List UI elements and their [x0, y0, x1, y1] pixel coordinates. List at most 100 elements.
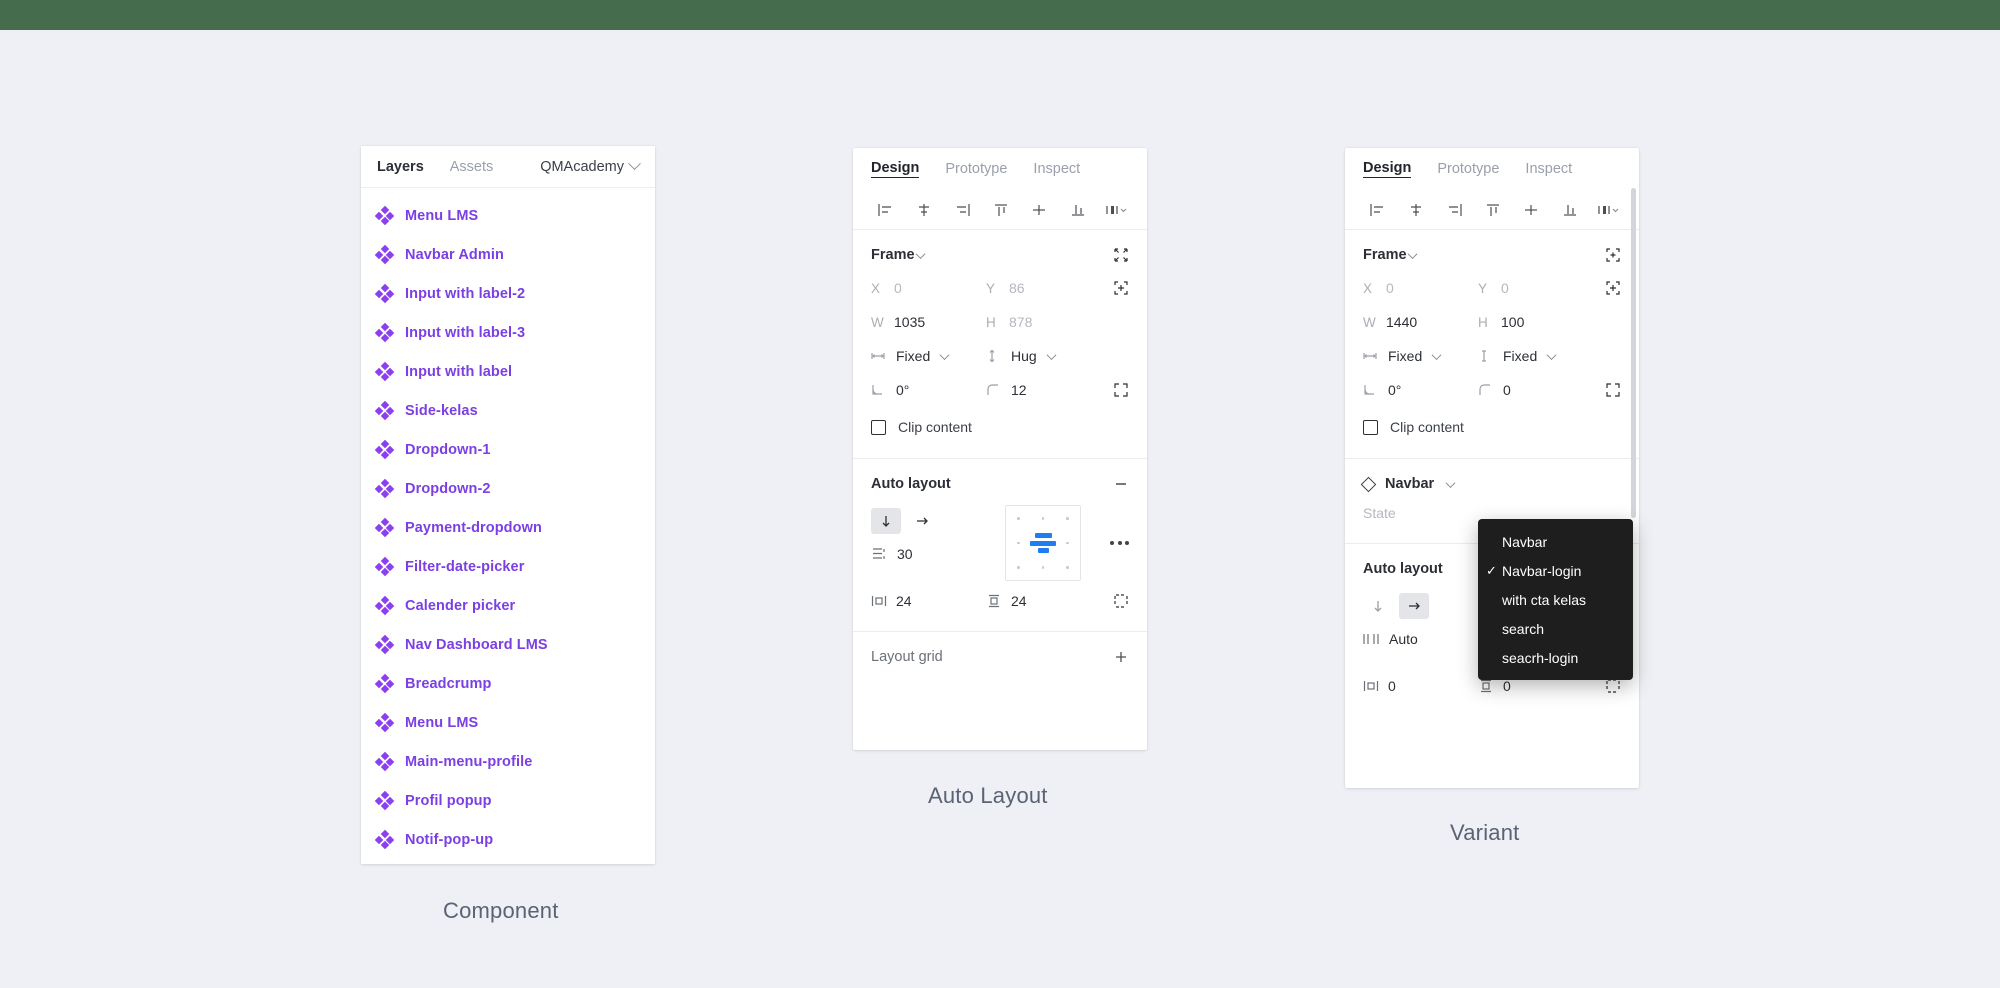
absolute-position-icon[interactable] [1593, 272, 1621, 304]
y-field[interactable]: Y 0 [1478, 272, 1593, 304]
clip-content-row[interactable]: Clip content [871, 410, 1129, 444]
horizontal-resizing-field[interactable]: Fixed [1363, 340, 1478, 372]
menu-item[interactable]: search [1478, 614, 1633, 643]
collapse-frame-icon[interactable] [1605, 247, 1621, 263]
gap-field[interactable]: Auto [1363, 622, 1483, 656]
align-top-icon[interactable] [982, 196, 1020, 224]
tab-design[interactable]: Design [1363, 160, 1412, 178]
gap-field[interactable]: 30 [871, 537, 991, 571]
list-item[interactable]: Input with label-3 [361, 313, 655, 352]
horizontal-resizing-field[interactable]: Fixed [871, 340, 986, 372]
align-left-icon[interactable] [867, 196, 905, 224]
height-field[interactable]: H 878 [986, 306, 1101, 338]
align-left-icon[interactable] [1359, 196, 1397, 224]
tab-inspect[interactable]: Inspect [1033, 161, 1080, 177]
layout-grid-section: Layout grid [853, 632, 1147, 684]
page-selector[interactable]: QMAcademy [540, 157, 641, 175]
x-field[interactable]: X 0 [1363, 272, 1478, 304]
list-item[interactable]: Profil popup [361, 781, 655, 820]
page-name: QMAcademy [540, 158, 624, 175]
y-label: Y [1478, 280, 1488, 296]
auto-layout-more-options[interactable] [1110, 505, 1129, 581]
align-horizontal-centers-icon[interactable] [905, 196, 943, 224]
list-item[interactable]: Dropdown-2 [361, 469, 655, 508]
chevron-down-icon[interactable] [915, 248, 925, 259]
list-item[interactable]: Side-kelas [361, 391, 655, 430]
distribute-icon[interactable] [1097, 196, 1135, 224]
distribute-icon[interactable] [1589, 196, 1627, 224]
list-item[interactable]: Filter-date-picker [361, 547, 655, 586]
variant-dropdown-menu[interactable]: Navbar ✓ Navbar-login with cta kelas search s… [1478, 519, 1633, 680]
panel-scrollbar[interactable] [1631, 188, 1636, 518]
menu-item[interactable]: seacrh-login [1478, 643, 1633, 672]
tab-design[interactable]: Design [871, 160, 920, 178]
collapse-frame-icon[interactable] [1113, 247, 1129, 263]
menu-item[interactable]: with cta kelas [1478, 585, 1633, 614]
independent-corners-icon[interactable] [1593, 374, 1621, 406]
independent-corners-icon[interactable] [1101, 374, 1129, 406]
clip-content-row[interactable]: Clip content [1363, 410, 1621, 444]
rotation-field[interactable]: 0° [871, 374, 986, 406]
horizontal-direction-button[interactable] [1399, 593, 1429, 619]
list-item[interactable]: Dropdown-1 [361, 430, 655, 469]
horizontal-padding-field[interactable]: 0 [1363, 670, 1478, 702]
alignment-pad-vertical[interactable] [1005, 505, 1081, 581]
tab-prototype[interactable]: Prototype [1437, 161, 1499, 177]
vertical-direction-button[interactable] [871, 508, 901, 534]
vertical-padding-field[interactable]: 24 [986, 585, 1101, 617]
width-field[interactable]: W 1440 [1363, 306, 1478, 338]
rotation-field[interactable]: 0° [1363, 374, 1478, 406]
clip-content-checkbox[interactable] [1363, 419, 1378, 435]
align-bottom-icon[interactable] [1058, 196, 1096, 224]
vertical-direction-button[interactable] [1363, 593, 1393, 619]
rotation-icon [1363, 383, 1379, 397]
tab-assets[interactable]: Assets [450, 159, 494, 175]
absolute-position-icon[interactable] [1101, 272, 1129, 304]
menu-item[interactable]: ✓ Navbar-login [1478, 556, 1633, 585]
check-icon: ✓ [1486, 562, 1497, 578]
align-right-icon[interactable] [944, 196, 982, 224]
tab-layers[interactable]: Layers [377, 159, 424, 175]
corner-radius-field[interactable]: 12 [986, 374, 1101, 406]
list-item[interactable]: Input with label-2 [361, 274, 655, 313]
tab-inspect[interactable]: Inspect [1525, 161, 1572, 177]
align-bottom-icon[interactable] [1550, 196, 1588, 224]
vertical-resizing-field[interactable]: Fixed [1478, 340, 1593, 372]
align-vertical-centers-icon[interactable] [1020, 196, 1058, 224]
chevron-down-icon[interactable] [1445, 477, 1456, 488]
vertical-resizing-field[interactable]: Hug [986, 340, 1101, 372]
list-item[interactable]: Menu LMS [361, 196, 655, 235]
list-item[interactable]: Main-menu-profile [361, 742, 655, 781]
component-selector-row[interactable]: Navbar [1360, 471, 1621, 497]
list-item[interactable]: Nav Dashboard LMS [361, 625, 655, 664]
width-field[interactable]: W 1035 [871, 306, 986, 338]
list-item[interactable]: Input with label [361, 352, 655, 391]
list-item[interactable]: Payment-dropdown [361, 508, 655, 547]
height-field[interactable]: H 100 [1478, 306, 1593, 338]
caption-variant: Variant [1450, 820, 1520, 845]
clip-content-checkbox[interactable] [871, 419, 886, 435]
individual-padding-icon[interactable] [1101, 585, 1129, 617]
chevron-down-icon[interactable] [1407, 248, 1417, 259]
list-item[interactable]: Navbar Admin [361, 235, 655, 274]
horizontal-padding-value: 24 [896, 593, 912, 609]
list-item[interactable]: Notif-pop-up [361, 820, 655, 859]
remove-auto-layout-icon[interactable] [1113, 476, 1129, 492]
align-vertical-centers-icon[interactable] [1512, 196, 1550, 224]
tab-prototype[interactable]: Prototype [945, 161, 1007, 177]
corner-radius-field[interactable]: 0 [1478, 374, 1593, 406]
list-item[interactable]: Calender picker [361, 586, 655, 625]
horizontal-padding-field[interactable]: 24 [871, 585, 986, 617]
component-icon [374, 205, 395, 226]
align-horizontal-centers-icon[interactable] [1397, 196, 1435, 224]
list-item[interactable]: Breadcrump [361, 664, 655, 703]
add-layout-grid-button[interactable] [1113, 649, 1129, 665]
x-field[interactable]: X 0 [871, 272, 986, 304]
menu-item[interactable]: Navbar [1478, 527, 1633, 556]
horizontal-direction-button[interactable] [907, 508, 937, 534]
y-field[interactable]: Y 86 [986, 272, 1101, 304]
align-right-icon[interactable] [1436, 196, 1474, 224]
list-item[interactable]: Menu LMS [361, 703, 655, 742]
clip-content-label: Clip content [898, 419, 972, 435]
align-top-icon[interactable] [1474, 196, 1512, 224]
